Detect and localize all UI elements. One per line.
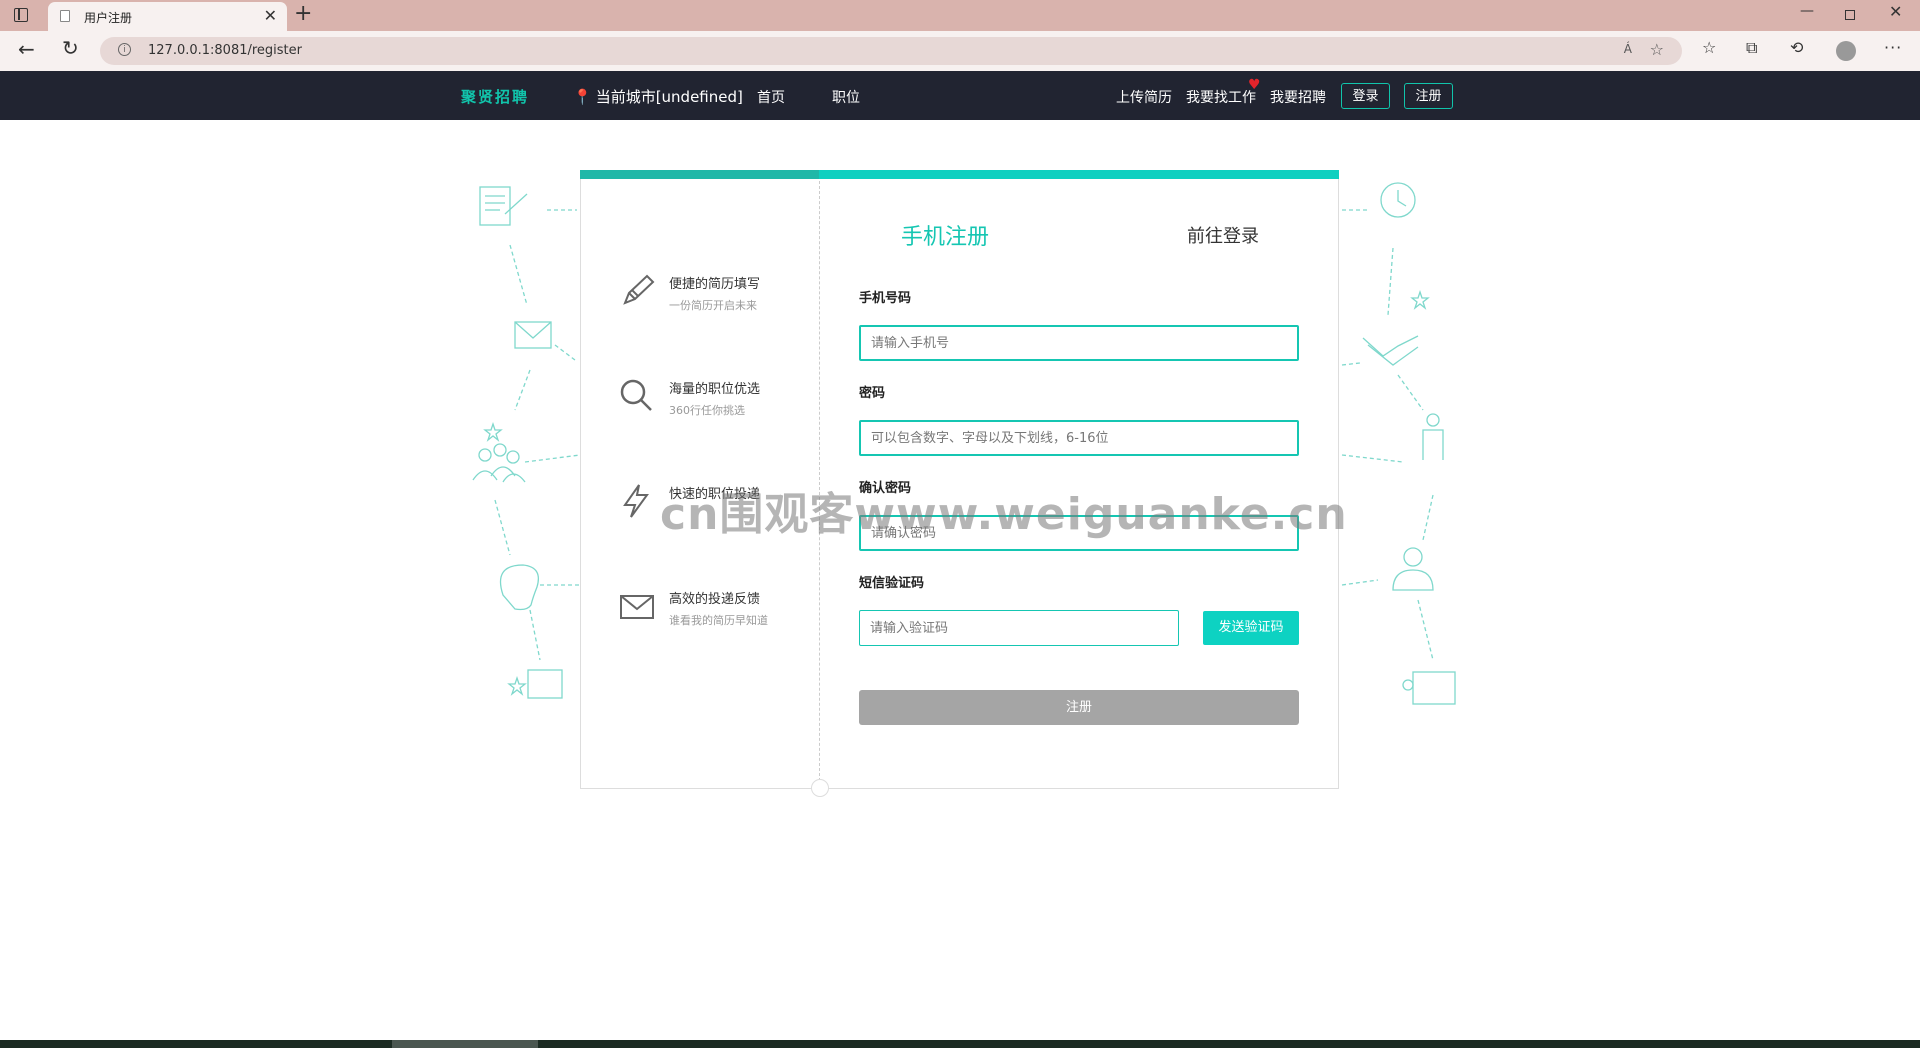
site-logo[interactable]: 聚贤招聘	[461, 86, 529, 107]
browser-toolbar: ← ↻ i 127.0.0.1:8081/register Á ☆	[0, 31, 1920, 71]
card-top-bar-left	[580, 170, 819, 179]
location-pin-icon: 📍	[573, 88, 592, 106]
back-icon[interactable]: ←	[18, 37, 35, 61]
tab-phone-register[interactable]: 手机注册	[901, 219, 989, 251]
search-icon	[620, 379, 652, 411]
register-button[interactable]: 注册	[1404, 83, 1453, 109]
password-label: 密码	[859, 386, 886, 401]
tab-title: 用户注册	[84, 11, 133, 25]
nav-jobs[interactable]: 职位	[832, 87, 860, 107]
address-bar[interactable]: i 127.0.0.1:8081/register Á ☆	[100, 37, 1682, 65]
teaching-icon	[1412, 671, 1456, 705]
nav-upload-resume[interactable]: 上传简历	[1116, 87, 1172, 107]
page-icon	[60, 10, 70, 22]
feature-title: 高效的投递反馈	[669, 592, 761, 607]
nav-home[interactable]: 首页	[757, 87, 785, 107]
card-notch	[811, 779, 829, 797]
mail-icon	[620, 595, 654, 619]
add-favorite-icon[interactable]: ☆	[1650, 40, 1664, 59]
login-button[interactable]: 登录	[1341, 83, 1390, 109]
feature-subtitle: 360行任你挑选	[669, 404, 745, 417]
site-header: 聚贤招聘 📍 当前城市[undefined] 首页 职位 上传简历 我要找工作 ♥…	[0, 71, 1920, 120]
head-icon	[499, 564, 540, 611]
phone-label: 手机号码	[859, 291, 912, 306]
lightning-icon	[623, 484, 649, 518]
profile-avatar[interactable]	[1836, 41, 1856, 61]
folder-icon	[527, 669, 563, 699]
envelope-icon	[514, 321, 552, 349]
minimize-icon[interactable]: —	[1800, 3, 1814, 19]
password-input[interactable]	[859, 420, 1299, 456]
left-decoration-icons	[472, 186, 581, 699]
watermark: cn围观客www.weiguanke.cn	[660, 489, 1348, 540]
site-info-icon[interactable]: i	[118, 43, 131, 56]
nav-find-job[interactable]: 我要找工作	[1186, 87, 1256, 107]
favorites-icon[interactable]: ☆	[1702, 38, 1716, 57]
reload-icon[interactable]: ↻	[62, 36, 79, 60]
sms-code-input[interactable]	[859, 610, 1179, 646]
hot-badge-icon: ♥	[1248, 77, 1261, 93]
tab-go-login[interactable]: 前往登录	[1187, 222, 1259, 248]
taskbar-strip	[0, 1040, 1920, 1048]
feature-title: 便捷的简历填写	[669, 277, 761, 292]
read-aloud-icon[interactable]: Á	[1624, 42, 1632, 56]
more-menu-icon[interactable]: ···	[1884, 38, 1902, 57]
presenter-icon	[1403, 547, 1423, 567]
person-icon	[1426, 413, 1440, 427]
resume-icon	[479, 186, 511, 226]
send-code-button[interactable]: 发送验证码	[1203, 611, 1299, 645]
city-label: 当前城市[undefined]	[595, 88, 743, 106]
feature-subtitle: 一份简历开启未来	[669, 299, 757, 312]
restore-icon[interactable]	[1845, 10, 1855, 20]
sms-code-label: 短信验证码	[859, 576, 925, 591]
new-tab-icon[interactable]: +	[294, 1, 312, 26]
history-icon[interactable]: ⟲	[1790, 38, 1803, 57]
right-decoration-icons	[1341, 182, 1456, 705]
close-tab-icon[interactable]: ✕	[264, 6, 277, 25]
url-text[interactable]: 127.0.0.1:8081/register	[148, 43, 302, 58]
pencil-icon	[623, 274, 655, 305]
feature-title: 海量的职位优选	[669, 382, 761, 397]
feature-subtitle: 谁看我的简历早知道	[669, 614, 768, 627]
people-icon	[478, 448, 492, 462]
submit-register-button[interactable]: 注册	[859, 690, 1299, 725]
nav-recruit[interactable]: 我要招聘	[1270, 87, 1326, 107]
window-close-icon[interactable]: ✕	[1889, 2, 1902, 21]
tab-actions-icon[interactable]	[14, 8, 28, 22]
city-selector[interactable]: 📍 当前城市[undefined]	[573, 86, 743, 107]
browser-tab[interactable]: 用户注册 ✕	[48, 2, 287, 31]
taskbar-segment	[392, 1040, 538, 1048]
collections-icon[interactable]: ⧉	[1746, 38, 1757, 58]
browser-tab-bar: 用户注册 ✕ + — ✕	[0, 0, 1920, 31]
phone-input[interactable]	[859, 325, 1299, 361]
